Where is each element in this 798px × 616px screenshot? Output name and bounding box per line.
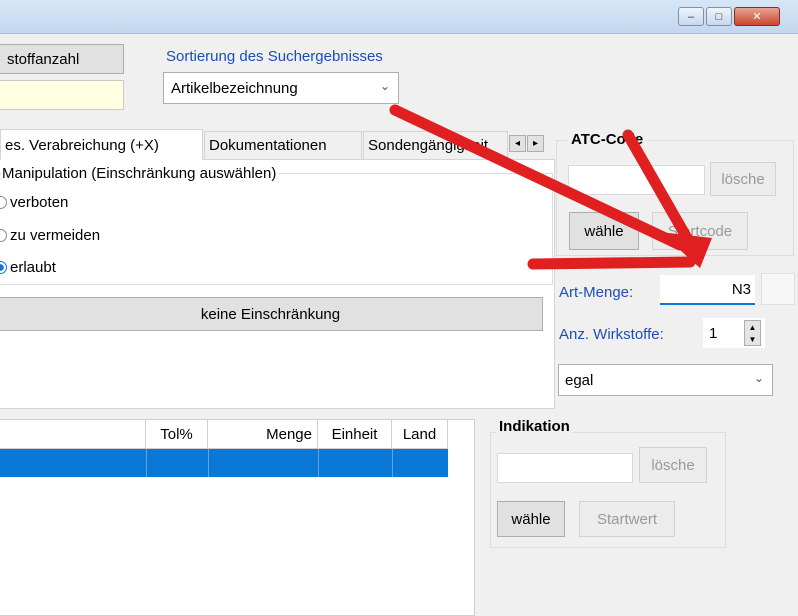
tab-verabreichung-label: es. Verabreichung (+X) <box>5 136 159 154</box>
arrow-to-art-menge <box>389 104 712 270</box>
tab-verabreichung[interactable]: es. Verabreichung (+X) <box>0 129 203 160</box>
arrow-shaft-horizontal <box>527 256 696 270</box>
annotation-arrows <box>389 104 712 270</box>
arrow-shaft-diagonal <box>389 104 686 251</box>
